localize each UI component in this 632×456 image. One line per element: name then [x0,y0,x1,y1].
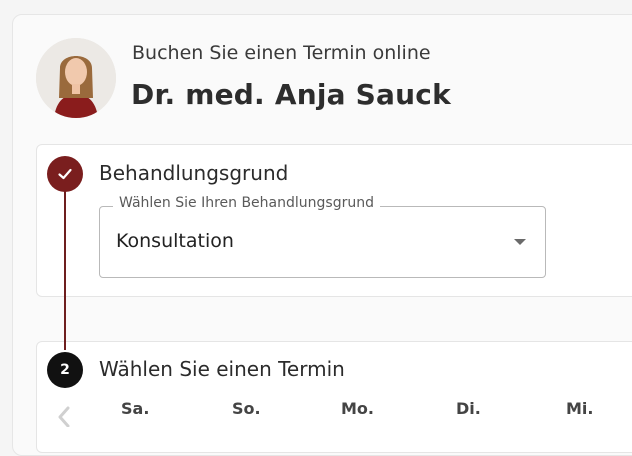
step-2-badge: 2 [47,352,83,388]
avatar [36,38,116,118]
chevron-down-icon[interactable] [514,239,526,245]
step-2-number: 2 [60,362,70,378]
step-1-completed-badge [47,156,83,192]
booking-subtitle: Buchen Sie einen Termin online [132,42,431,64]
doctor-name: Dr. med. Anja Sauck [131,78,451,111]
chevron-left-icon[interactable] [54,404,74,427]
treatment-reason-label: Wählen Sie Ihren Behandlungsgrund [113,195,380,211]
calendar-day-header: So. [232,399,261,418]
treatment-reason-value[interactable]: Konsultation [116,230,234,252]
calendar-day-header: Di. [456,399,481,418]
calendar-day-header: Mi. [566,399,594,418]
step-connector-line [64,190,66,350]
calendar-day-header: Mo. [341,399,374,418]
calendar-day-header: Sa. [121,399,150,418]
check-icon [58,168,72,180]
step-2-title: Wählen Sie einen Termin [99,357,345,381]
step-1-title: Behandlungsgrund [99,161,289,185]
